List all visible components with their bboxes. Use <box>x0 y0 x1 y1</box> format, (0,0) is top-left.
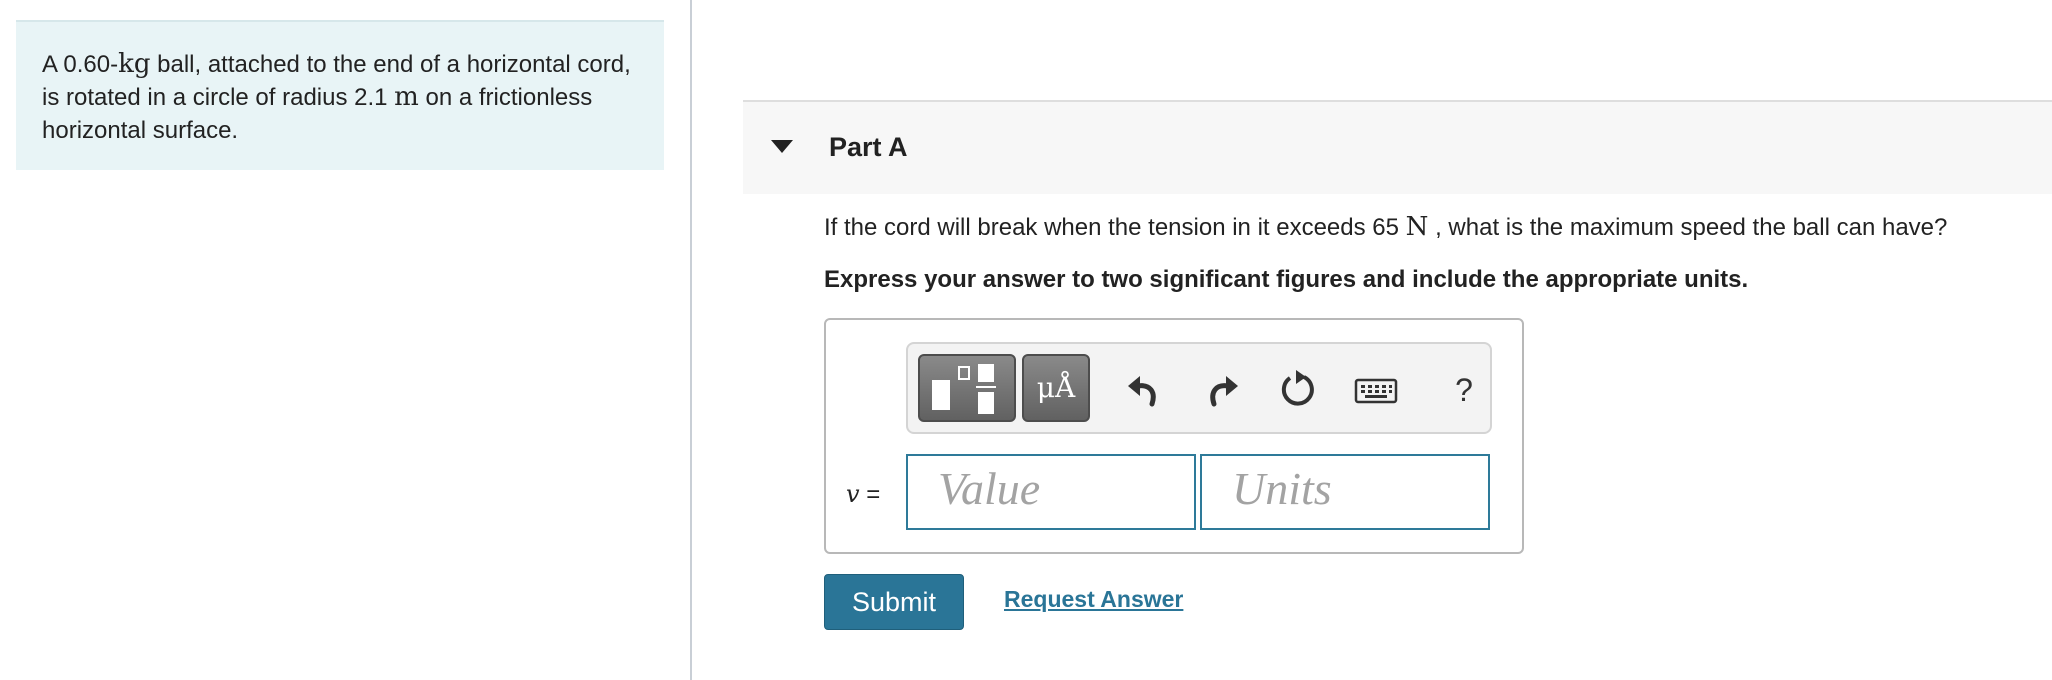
math-toolbar: μÅ ? <box>906 342 1492 434</box>
caret-down-icon[interactable] <box>771 140 793 153</box>
variable-symbol: v <box>846 480 860 508</box>
value-input[interactable]: Value <box>906 454 1196 530</box>
request-answer-link[interactable]: Request Answer <box>1004 586 1183 613</box>
problem-statement: A 0.60-kg ball, attached to the end of a… <box>16 20 664 170</box>
problem-unit-m: m <box>394 82 419 112</box>
answer-box: μÅ ? v = Value Units <box>824 318 1524 554</box>
keyboard-button[interactable] <box>1352 366 1400 414</box>
problem-unit-kg: kg <box>118 49 151 79</box>
help-button[interactable]: ? <box>1440 366 1488 414</box>
redo-icon <box>1210 376 1238 407</box>
equals-sign: = <box>859 481 881 508</box>
templates-button[interactable] <box>918 354 1016 422</box>
undo-button[interactable] <box>1120 366 1168 414</box>
problem-text-1: A 0.60- <box>42 51 119 78</box>
question-before: If the cord will break when the tension … <box>824 214 1406 241</box>
units-input[interactable]: Units <box>1200 454 1490 530</box>
instruction-text: Express your answer to two significant f… <box>824 266 1749 293</box>
question-after: , what is the maximum speed the ball can… <box>1428 214 1948 241</box>
redo-button[interactable] <box>1198 366 1246 414</box>
units-button[interactable]: μÅ <box>1022 354 1090 422</box>
variable-label: v = <box>846 480 880 509</box>
question-text: If the cord will break when the tension … <box>824 212 1947 242</box>
panel-divider <box>690 0 692 680</box>
undo-icon <box>1128 376 1156 407</box>
problem-panel: A 0.60-kg ball, attached to the end of a… <box>0 0 690 680</box>
part-a-header[interactable]: Part A <box>743 100 2052 194</box>
reset-icon <box>1281 370 1314 406</box>
reset-button[interactable] <box>1274 366 1322 414</box>
keyboard-icon <box>1354 378 1398 404</box>
question-unit: N <box>1405 212 1429 242</box>
part-title: Part A <box>829 132 908 162</box>
submit-button[interactable]: Submit <box>824 574 964 630</box>
